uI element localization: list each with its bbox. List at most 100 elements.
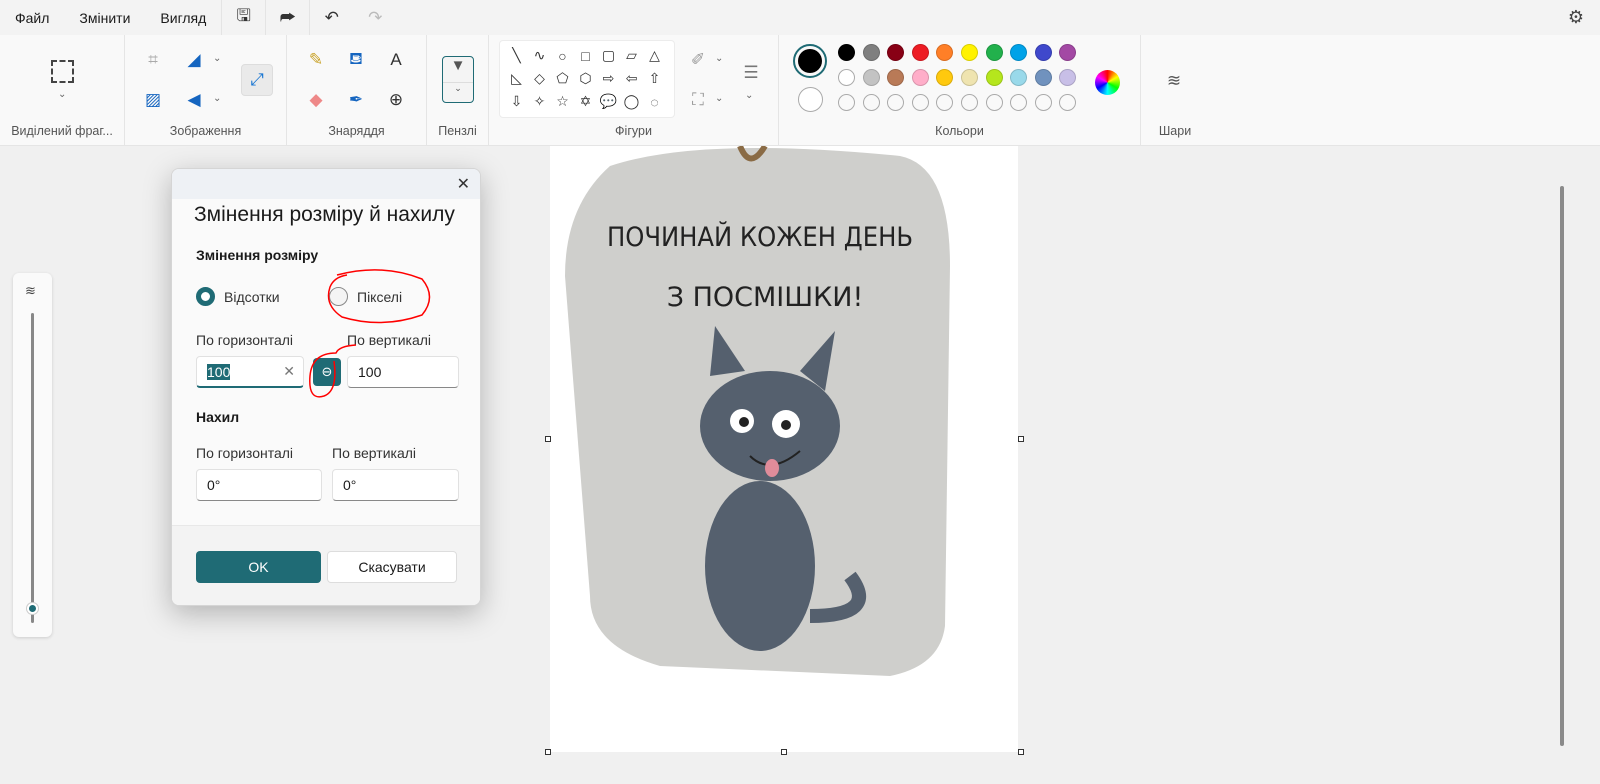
resize-handle[interactable] (1018, 749, 1024, 755)
chevron-down-icon[interactable]: ⌄ (58, 89, 66, 100)
ok-button[interactable]: OK (196, 551, 321, 583)
fill-shape-icon[interactable]: ⛶ (684, 86, 712, 114)
pencil-icon[interactable]: ✎ (302, 46, 330, 74)
color-swatch[interactable] (838, 69, 855, 86)
rotate-icon[interactable]: ◢ (180, 46, 208, 74)
shape-item[interactable]: ⇦ (620, 67, 643, 90)
skew-vertical-input[interactable]: 0° (332, 469, 459, 501)
menu-file[interactable]: Файл (0, 10, 64, 26)
custom-color-slot[interactable] (887, 94, 905, 111)
shape-item[interactable]: ✡ (574, 90, 597, 113)
shape-item[interactable]: 💬 (597, 90, 620, 113)
crop-icon[interactable]: ⌗ (139, 46, 167, 74)
color-swatch[interactable] (911, 69, 929, 86)
cancel-button[interactable]: Скасувати (327, 551, 457, 583)
eraser-icon[interactable]: ◆ (302, 86, 330, 114)
shape-item[interactable]: ◺ (505, 67, 528, 90)
color-picker-icon[interactable]: ✒ (342, 86, 370, 114)
undo-icon[interactable]: ↶ (309, 0, 353, 35)
layers-icon[interactable]: ≋ (1160, 67, 1188, 95)
chevron-down-icon[interactable]: ⌄ (715, 53, 723, 64)
color-swatch[interactable] (1059, 44, 1077, 61)
resize-icon[interactable]: ⤢ (241, 64, 273, 96)
shape-item[interactable]: □ (574, 44, 597, 67)
custom-color-slot[interactable] (911, 94, 929, 111)
resize-handle[interactable] (545, 436, 551, 442)
size-icon[interactable]: ☰ (737, 59, 765, 87)
shape-item[interactable]: ▱ (620, 44, 643, 67)
shape-item[interactable]: ⇩ (505, 90, 528, 113)
shape-item[interactable]: △ (643, 44, 666, 67)
shape-item[interactable]: ⇨ (597, 67, 620, 90)
remove-background-icon[interactable]: ▨ (139, 86, 167, 114)
color-swatch[interactable] (1010, 69, 1028, 86)
color-swatch[interactable] (961, 44, 978, 61)
size-slider[interactable] (31, 313, 34, 623)
shape-item[interactable]: ☆ (551, 90, 574, 113)
share-icon[interactable]: ⮫ (265, 0, 309, 35)
size-slider-thumb[interactable] (27, 603, 38, 614)
color-swatch[interactable] (838, 44, 855, 61)
color-swatch[interactable] (1034, 44, 1052, 61)
resize-handle[interactable] (545, 749, 551, 755)
outline-icon[interactable]: ✐ (684, 46, 712, 74)
custom-color-slot[interactable] (1059, 94, 1077, 111)
color-swatch[interactable] (1034, 69, 1052, 86)
flip-icon[interactable]: ◀ (180, 86, 208, 114)
color-swatch[interactable] (1059, 69, 1077, 86)
scrollbar-thumb[interactable] (1560, 186, 1564, 746)
color-swatch[interactable] (862, 69, 880, 86)
chevron-down-icon[interactable]: ⌄ (213, 93, 221, 104)
color-swatch[interactable] (936, 69, 954, 86)
shape-item[interactable]: ✧ (528, 90, 551, 113)
custom-color-slot[interactable] (961, 94, 978, 111)
brush-icon[interactable]: ▼ ⌄ (442, 56, 474, 103)
secondary-color[interactable] (798, 87, 823, 112)
clear-icon[interactable]: ✕ (283, 363, 295, 380)
selection-icon[interactable] (51, 60, 74, 83)
menu-view[interactable]: Вигляд (145, 10, 221, 26)
custom-color-slot[interactable] (936, 94, 954, 111)
shape-item[interactable]: ◯ (620, 90, 643, 113)
color-swatch[interactable] (887, 44, 905, 61)
shape-item[interactable]: ♡ (505, 113, 528, 117)
vertical-scrollbar[interactable] (1556, 146, 1568, 756)
fill-icon[interactable]: ⛾ (342, 46, 370, 74)
custom-color-slot[interactable] (1034, 94, 1052, 111)
settings-icon[interactable]: ⚙ (1568, 7, 1584, 28)
custom-color-slot[interactable] (985, 94, 1003, 111)
color-swatch[interactable] (862, 44, 880, 61)
primary-color[interactable] (793, 44, 827, 78)
skew-horizontal-input[interactable]: 0° (196, 469, 322, 501)
shape-item[interactable]: ⇧ (643, 67, 666, 90)
shape-item[interactable]: ╲ (505, 44, 528, 67)
resize-handle[interactable] (781, 749, 787, 755)
chevron-down-icon[interactable]: ⌄ (715, 93, 723, 104)
percent-radio[interactable] (196, 287, 215, 306)
canvas[interactable]: ПОЧИНАЙ КОЖЕН ДЕНЬ З ПОСМІШКИ! (550, 144, 1018, 752)
chevron-down-icon[interactable]: ⌄ (745, 90, 753, 101)
text-icon[interactable]: A (382, 46, 410, 74)
shape-item[interactable]: ○ (551, 44, 574, 67)
resize-horizontal-input[interactable]: 100 ✕ (196, 356, 304, 388)
shape-item[interactable]: ◌ (643, 90, 666, 113)
redo-icon[interactable]: ↷ (353, 0, 397, 35)
shape-item[interactable]: ▢ (597, 44, 620, 67)
color-swatch[interactable] (911, 44, 929, 61)
color-swatch[interactable] (985, 69, 1003, 86)
custom-color-slot[interactable] (1010, 94, 1028, 111)
chevron-down-icon[interactable]: ⌄ (213, 53, 221, 64)
resize-vertical-input[interactable]: 100 (347, 356, 459, 388)
custom-color-slot[interactable] (838, 94, 855, 111)
custom-color-slot[interactable] (862, 94, 880, 111)
color-wheel-icon[interactable] (1095, 70, 1120, 95)
shapes-gallery[interactable]: ╲∿○□▢▱△ ◺◇⬠⬡⇨⇦⇧ ⇩✧☆✡💬◯◌ ♡◁ (499, 40, 675, 118)
color-swatch[interactable] (936, 44, 954, 61)
shape-item[interactable]: ◁ (528, 113, 551, 117)
close-icon[interactable]: ✕ (457, 174, 470, 194)
resize-handle[interactable] (1018, 436, 1024, 442)
save-icon[interactable]: 🖫 (221, 0, 265, 35)
shape-item[interactable]: ⬡ (574, 67, 597, 90)
color-swatch[interactable] (961, 69, 978, 86)
color-swatch[interactable] (887, 69, 905, 86)
